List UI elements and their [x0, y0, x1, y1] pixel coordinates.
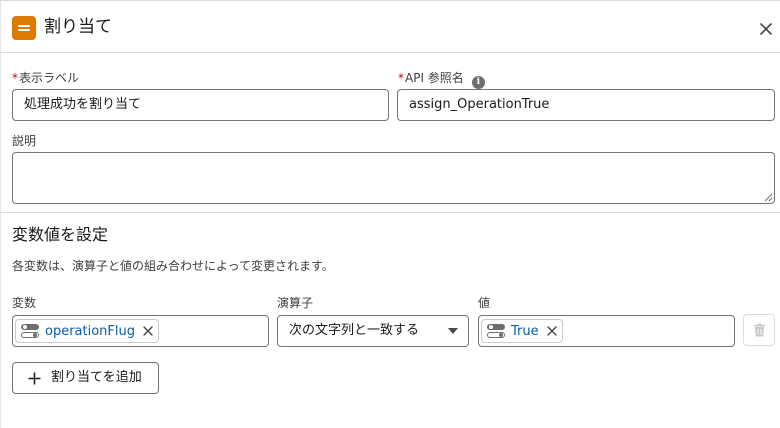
panel-title: 割り当て	[44, 17, 112, 37]
toggle-value-icon	[487, 324, 505, 338]
section-title: 変数値を設定	[12, 225, 109, 244]
operator-select-value: 次の文字列と一致する	[289, 323, 420, 338]
label-field-label: *表示ラベル	[12, 70, 79, 86]
label-input[interactable]: 処理成功を割り当て	[12, 89, 389, 121]
section-description: 各変数は、演算子と値の組み合わせによって変更されます。	[12, 259, 334, 273]
value-pill-label: True	[511, 323, 539, 339]
description-label: 説明	[12, 134, 37, 148]
section-divider	[1, 212, 780, 213]
label-field-text: 表示ラベル	[19, 71, 80, 85]
add-assignment-label: 割り当てを追加	[51, 370, 142, 385]
assignment-editor-panel: 割り当て *表示ラベル 処理成功を割り当て *API 参照名 i assign_O…	[0, 0, 780, 428]
value-pill[interactable]: True	[481, 319, 563, 343]
required-marker: *	[12, 71, 18, 85]
add-assignment-button[interactable]: 割り当てを追加	[12, 362, 159, 394]
plus-icon	[28, 372, 41, 385]
variable-pill[interactable]: operationFlug	[15, 319, 159, 343]
info-icon[interactable]: i	[471, 76, 485, 89]
toggle-variable-icon	[21, 324, 39, 338]
api-name-field-label: *API 参照名 i	[398, 70, 485, 89]
variable-combobox[interactable]: operationFlug	[12, 315, 269, 347]
panel-header: 割り当て	[1, 1, 780, 53]
trash-icon	[754, 323, 765, 337]
dropdown-arrow-icon	[448, 328, 458, 334]
delete-row-button[interactable]	[743, 314, 775, 346]
api-name-input[interactable]: assign_OperationTrue	[397, 89, 775, 121]
variable-pill-label: operationFlug	[45, 323, 135, 339]
remove-value-icon[interactable]	[546, 325, 558, 337]
resize-grip-icon[interactable]	[764, 193, 773, 202]
remove-variable-icon[interactable]	[142, 325, 154, 337]
variable-column-header: 変数	[12, 296, 37, 310]
value-column-header: 値	[478, 296, 491, 310]
api-name-field-text: API 参照名	[405, 71, 464, 85]
value-combobox[interactable]: True	[478, 315, 735, 347]
operator-column-header: 演算子	[277, 296, 314, 310]
operator-select[interactable]: 次の文字列と一致する	[277, 315, 469, 347]
assignment-icon	[12, 16, 36, 40]
required-marker: *	[398, 71, 404, 85]
close-icon[interactable]	[757, 20, 775, 38]
description-textarea[interactable]	[12, 152, 775, 204]
